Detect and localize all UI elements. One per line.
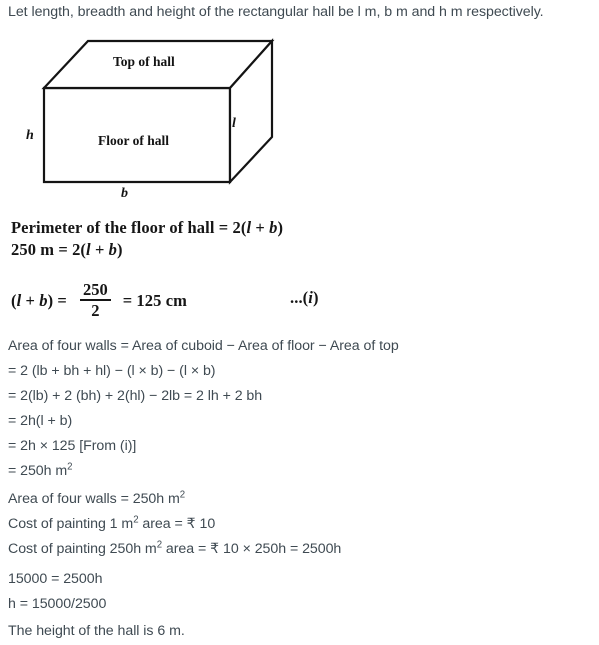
solution-line-area-four-walls: Area of four walls = Area of cuboid − Ar… bbox=[8, 338, 399, 354]
cuboid-figure: Top of hall Floor of hall h l b bbox=[0, 28, 300, 208]
equation-250m: 250 m = 2(l + b) bbox=[11, 240, 123, 260]
solution-line-conclusion: The height of the hall is 6 m. bbox=[8, 623, 185, 639]
equation-perimeter-prefix: Perimeter of the floor of hall = 2( bbox=[11, 218, 247, 237]
equation-fraction-lhs-close: ) = bbox=[47, 291, 67, 311]
solution-line-area-result: Area of four walls = 250h m2 bbox=[8, 490, 185, 508]
solution-line-250h: = 250h m2 bbox=[8, 461, 73, 480]
intro-statement: Let length, breadth and height of the re… bbox=[8, 4, 544, 20]
fraction-250-over-2: 250 2 bbox=[79, 280, 111, 320]
fraction-denominator: 2 bbox=[91, 300, 100, 320]
solution-line-cost-total: Cost of painting 250h m2 area = ₹ 10 × 2… bbox=[8, 540, 341, 558]
figure-label-breadth-b: b bbox=[121, 186, 128, 201]
solution-line-simplify: = 2(lb) + 2 (bh) + 2(hl) − 2lb = 2 lh + … bbox=[8, 388, 263, 404]
equation-250m-suffix: ) bbox=[117, 240, 123, 259]
equation-fraction-lhs: (l + b) = bbox=[11, 291, 67, 311]
solution-line-area-result-text: Area of four walls = 250h m bbox=[8, 491, 180, 507]
equation-fraction-lhs-plus: + bbox=[21, 291, 40, 311]
equation-perimeter: Perimeter of the floor of hall = 2(l + b… bbox=[11, 218, 283, 238]
figure-label-top-of-hall: Top of hall bbox=[113, 54, 175, 69]
solution-line-substitute-125: = 2h × 125 [From (i)] bbox=[8, 438, 137, 454]
figure-label-height-h: h bbox=[26, 128, 34, 143]
figure-label-floor-of-hall: Floor of hall bbox=[98, 133, 170, 148]
solution-line-solve-h: h = 15000/2500 bbox=[8, 596, 107, 612]
solution-line-area-result-superscript: 2 bbox=[179, 489, 186, 501]
solution-line-250h-text: = 250h m bbox=[8, 463, 68, 479]
solution-line-expand-cuboid: = 2 (lb + bh + hl) − (l × b) − (l × b) bbox=[8, 363, 216, 379]
solution-line-cost-total-suffix: area = ₹ 10 × 250h = 2500h bbox=[162, 541, 342, 557]
fraction-numerator: 250 bbox=[82, 280, 108, 299]
equation-250m-prefix: 250 m = 2( bbox=[11, 240, 87, 259]
equation-perimeter-suffix: ) bbox=[277, 218, 284, 237]
solution-line-cost-total-prefix: Cost of painting 250h m bbox=[8, 541, 157, 557]
solution-line-cost-per-unit-suffix: area = ₹ 10 bbox=[138, 516, 216, 532]
equation-250m-b: b bbox=[108, 240, 118, 259]
equation-perimeter-plus: + bbox=[251, 218, 270, 237]
equation-reference-close: ) bbox=[312, 288, 319, 307]
solution-line-cost-per-unit: Cost of painting 1 m2 area = ₹ 10 bbox=[8, 515, 215, 533]
solution-line-cost-per-unit-prefix: Cost of painting 1 m bbox=[8, 516, 134, 532]
equation-reference-open: ...( bbox=[290, 288, 309, 307]
equation-fraction-lhs-b: b bbox=[39, 291, 48, 311]
equation-reference-i: ...(i) bbox=[290, 288, 319, 308]
solution-line-250h-superscript: 2 bbox=[67, 461, 73, 473]
solution-line-equation-15000: 15000 = 2500h bbox=[8, 571, 103, 587]
figure-label-length-l: l bbox=[232, 116, 236, 131]
equation-250m-plus: + bbox=[90, 240, 109, 259]
solution-line-factor-2h: = 2h(l + b) bbox=[8, 413, 73, 429]
equation-fraction-row: (l + b) = 250 2 = 125 cm bbox=[11, 280, 187, 321]
equation-fraction-rhs: = 125 cm bbox=[122, 291, 187, 311]
